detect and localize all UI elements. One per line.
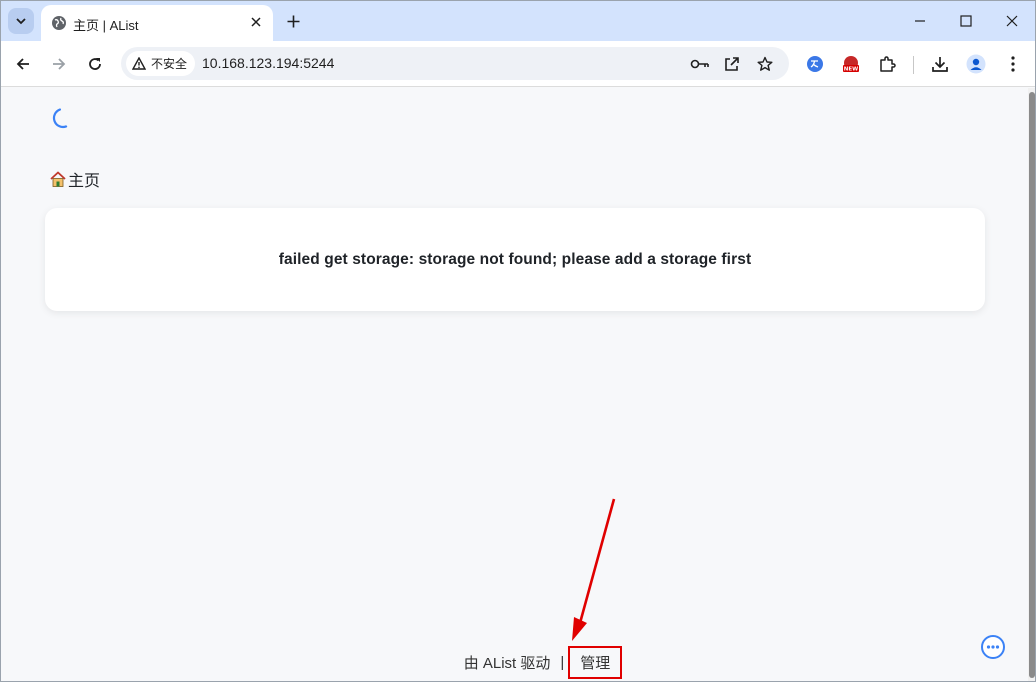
close-icon (251, 17, 261, 27)
footer-powered-link[interactable]: 由 AList 驱动 (464, 652, 551, 673)
maximize-icon (960, 15, 972, 27)
tab-close-button[interactable] (247, 13, 265, 31)
url-text[interactable]: 10.168.123.194:5244 (202, 55, 334, 71)
page-footer: 由 AList 驱动 | 管理 (1, 645, 1028, 679)
breadcrumb[interactable]: 主页 (49, 167, 100, 191)
browser-toolbar: 不安全 10.168.123.194:5244 NEW (1, 41, 1035, 87)
plus-icon (287, 15, 299, 27)
download-icon (932, 57, 948, 72)
translate-icon (807, 56, 823, 72)
admin-link-highlight: 管理 (568, 645, 623, 679)
share-button[interactable] (719, 51, 745, 77)
footer-separator: | (560, 653, 565, 671)
share-icon (725, 57, 739, 71)
more-vert-icon (1011, 56, 1015, 72)
globe-icon (52, 16, 66, 30)
tab-search-button[interactable] (8, 8, 34, 34)
scroll-thumb[interactable] (1029, 92, 1035, 678)
error-card: failed get storage: storage not found; p… (45, 208, 985, 311)
extensions-button[interactable] (873, 50, 901, 78)
profile-button[interactable] (962, 50, 990, 78)
password-key-button[interactable] (687, 51, 713, 77)
back-button[interactable] (9, 50, 37, 78)
new-extension-button[interactable]: NEW (837, 50, 865, 78)
vertical-scrollbar[interactable] (1028, 88, 1035, 681)
svg-text:NEW: NEW (844, 67, 858, 73)
profile-icon (966, 54, 986, 74)
chevron-down-icon (16, 18, 26, 25)
error-message: failed get storage: storage not found; p… (278, 250, 752, 268)
page-viewport: 主页 failed get storage: storage not found… (1, 88, 1028, 681)
warning-icon (132, 57, 146, 70)
browser-window: 主页 | AList 不安全 10.168.123.194:5244 NEW 主… (0, 0, 1036, 682)
address-bar[interactable]: 不安全 10.168.123.194:5244 (121, 47, 789, 80)
extension-new-icon: NEW (843, 56, 859, 73)
reload-icon (89, 58, 101, 70)
maximize-button[interactable] (943, 1, 989, 41)
new-tab-button[interactable] (282, 10, 304, 32)
back-icon (16, 58, 29, 70)
close-icon (1006, 15, 1018, 27)
tab-title: 主页 | AList (73, 18, 139, 33)
star-icon (757, 56, 773, 71)
forward-icon (53, 58, 66, 70)
key-icon (690, 59, 709, 69)
minimize-button[interactable] (897, 1, 943, 41)
breadcrumb-home[interactable]: 主页 (68, 167, 100, 191)
toolbar-divider (913, 56, 914, 74)
translate-extension-button[interactable] (801, 50, 829, 78)
security-label: 不安全 (151, 57, 188, 71)
home-icon (50, 171, 66, 187)
footer-admin-link[interactable]: 管理 (580, 655, 610, 672)
more-horizontal-icon[interactable] (980, 634, 1006, 660)
security-chip[interactable]: 不安全 (126, 51, 196, 76)
puzzle-icon (880, 56, 896, 72)
tab-strip: 主页 | AList (1, 1, 1035, 41)
spinner-icon (52, 108, 68, 129)
close-window-button[interactable] (989, 1, 1035, 41)
minimize-icon (915, 20, 925, 22)
reload-button[interactable] (81, 50, 109, 78)
bookmark-star-button[interactable] (752, 51, 778, 77)
tab-active[interactable]: 主页 | AList (41, 5, 273, 41)
forward-button[interactable] (45, 50, 73, 78)
menu-button[interactable] (999, 50, 1027, 78)
downloads-button[interactable] (926, 50, 954, 78)
